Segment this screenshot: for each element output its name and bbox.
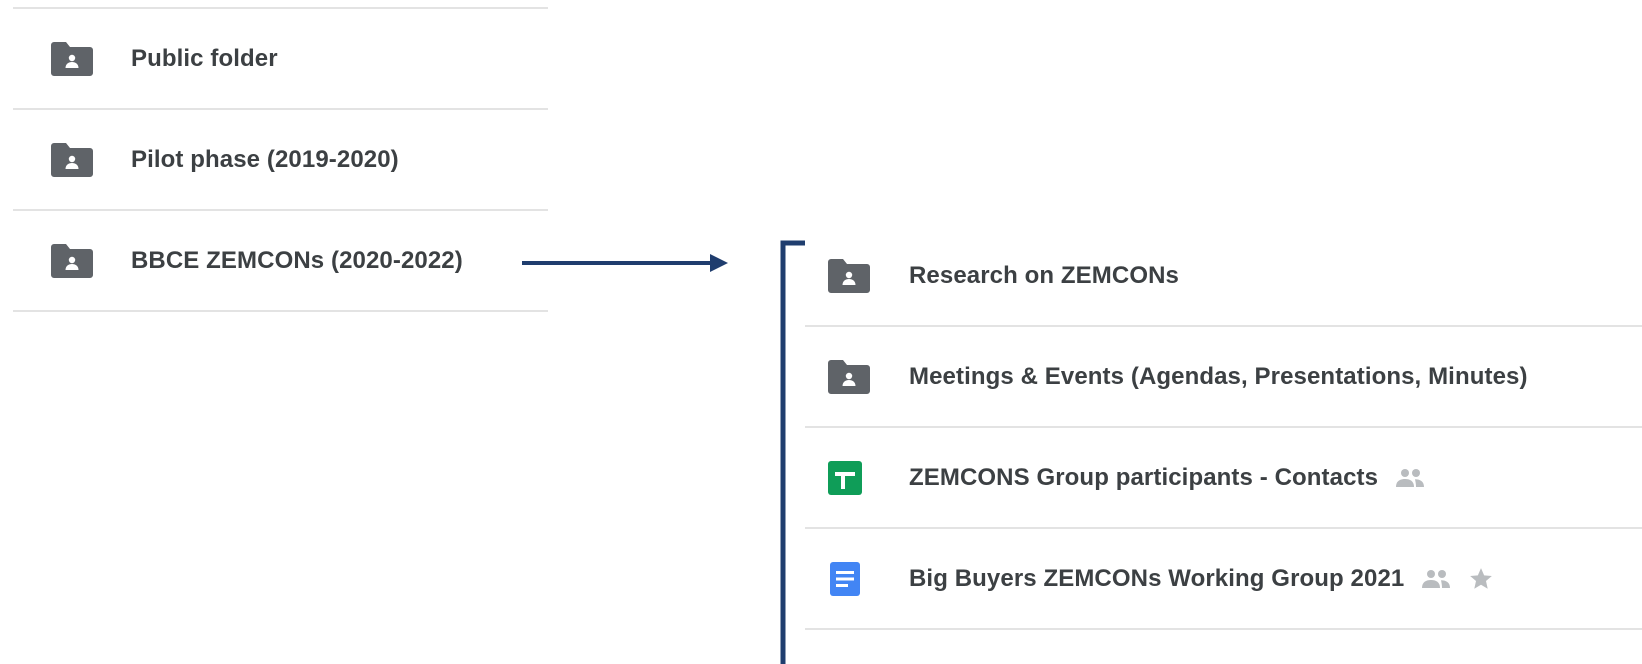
star-icon[interactable] xyxy=(1468,566,1494,592)
row-label-group: Meetings & Events (Agendas, Presentation… xyxy=(909,363,1528,391)
file-name: Big Buyers ZEMCONs Working Group 2021 xyxy=(909,564,1405,592)
shared-folder-icon xyxy=(828,258,870,293)
folder-row-meetings-events[interactable]: Meetings & Events (Agendas, Presentation… xyxy=(805,327,1642,428)
row-label-group: Research on ZEMCONs xyxy=(909,262,1179,290)
folder-name: BBCE ZEMCONs (2020-2022) xyxy=(131,246,463,274)
folder-row-public-folder[interactable]: Public folder xyxy=(13,9,548,110)
row-label-group: ZEMCONS Group participants - Contacts xyxy=(909,464,1426,492)
subfolder-contents-list: Research on ZEMCONs Meetings & Events (A… xyxy=(805,226,1642,630)
google-sheets-icon xyxy=(828,460,862,495)
shared-folder-icon xyxy=(828,359,870,394)
folder-name: Meetings & Events (Agendas, Presentation… xyxy=(909,362,1528,390)
connector-arrow-icon xyxy=(522,254,728,272)
shared-folder-icon xyxy=(51,243,93,278)
google-docs-icon xyxy=(828,561,862,596)
row-label-group: Big Buyers ZEMCONs Working Group 2021 xyxy=(909,565,1494,593)
bracket-icon xyxy=(780,240,805,664)
folder-row-research-on-zemcons[interactable]: Research on ZEMCONs xyxy=(805,226,1642,327)
folder-name: Public folder xyxy=(131,44,278,72)
shared-folder-icon xyxy=(51,142,93,177)
shared-folder-icon xyxy=(51,41,93,76)
shared-people-icon xyxy=(1420,569,1452,589)
folder-row-pilot-phase[interactable]: Pilot phase (2019-2020) xyxy=(13,110,548,211)
file-row-big-buyers-working-group[interactable]: Big Buyers ZEMCONs Working Group 2021 xyxy=(805,529,1642,630)
folder-row-bbce-zemcons[interactable]: BBCE ZEMCONs (2020-2022) xyxy=(13,211,548,312)
folder-name: Research on ZEMCONs xyxy=(909,261,1179,289)
folder-name: Pilot phase (2019-2020) xyxy=(131,145,399,173)
shared-people-icon xyxy=(1394,468,1426,488)
parent-folder-list: Public folder Pilot phase (2019-2020) BB… xyxy=(13,0,548,312)
file-name: ZEMCONS Group participants - Contacts xyxy=(909,463,1379,491)
file-row-zemcons-group-participants[interactable]: ZEMCONS Group participants - Contacts xyxy=(805,428,1642,529)
